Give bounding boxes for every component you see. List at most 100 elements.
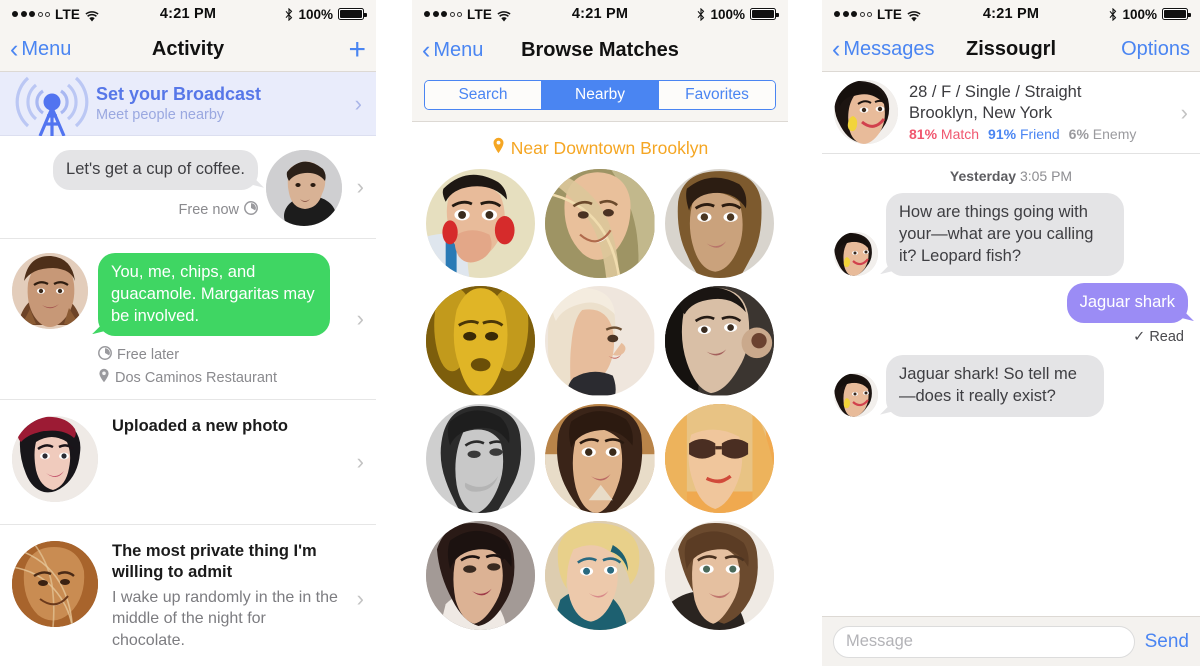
match-photo[interactable] — [545, 403, 655, 514]
match-photo[interactable] — [664, 403, 774, 514]
segmented-control[interactable]: Search Nearby Favorites — [424, 80, 776, 110]
match-grid — [412, 169, 788, 631]
avatar[interactable] — [12, 416, 98, 503]
message-input[interactable] — [833, 625, 1135, 658]
match-photo[interactable] — [426, 169, 536, 279]
location-meta: Dos Caminos Restaurant — [98, 368, 277, 387]
match-photo[interactable] — [426, 286, 536, 396]
status-bar: LTE 4:21 PM 100% — [0, 0, 376, 28]
match-photo[interactable] — [545, 169, 655, 279]
battery-percent-label: 100% — [710, 6, 746, 22]
status-bar-left: LTE — [834, 7, 983, 22]
three-phone-screenshots: LTE 4:21 PM 100% ‹ Menu Activity + Set y… — [0, 0, 1200, 666]
signal-strength-icon — [834, 11, 872, 17]
broadcast-banner[interactable]: Set your Broadcast Meet people nearby › — [0, 72, 376, 137]
chevron-right-icon: › — [356, 174, 364, 199]
day-label: Yesterday — [949, 168, 1017, 184]
tab-search[interactable]: Search — [425, 81, 542, 109]
clock-label: 4:21 PM — [571, 6, 629, 22]
row-content: Uploaded a new photo — [112, 416, 342, 502]
chevron-left-icon: ‹ — [422, 35, 431, 64]
availability-label: Free now — [178, 201, 239, 218]
match-photo[interactable] — [545, 521, 655, 631]
battery-percent-label: 100% — [1122, 6, 1158, 22]
battery-icon — [750, 8, 779, 20]
location-pin-icon — [98, 368, 110, 387]
phone-screen-browse-matches: LTE 4:21 PM 100% ‹ Menu Browse Matches S… — [412, 0, 788, 666]
nav-bar: ‹ Menu Browse Matches — [412, 28, 788, 72]
clock-label: 4:21 PM — [982, 6, 1040, 22]
time-label: 3:05 PM — [1019, 168, 1073, 184]
activity-title: Uploaded a new photo — [112, 417, 288, 436]
availability-label: Free later — [117, 347, 180, 364]
nav-bar: ‹ Messages Zissougrl Options — [822, 28, 1200, 72]
location-label: Dos Caminos Restaurant — [115, 369, 277, 386]
status-bar-right: 100% — [628, 6, 779, 22]
status-bar-left: LTE — [424, 7, 572, 22]
back-button-menu[interactable]: ‹ Menu — [10, 37, 71, 62]
wifi-icon — [907, 9, 921, 21]
tab-nearby[interactable]: Nearby — [542, 81, 659, 109]
bluetooth-icon — [285, 7, 293, 21]
message-row-incoming: How are things going with your—what are … — [834, 193, 1188, 277]
match-photo[interactable] — [664, 286, 774, 396]
clock-label: 4:21 PM — [159, 6, 217, 22]
match-photo[interactable] — [426, 403, 536, 514]
avatar[interactable] — [834, 80, 898, 144]
enemy-percent: 6% Enemy — [1068, 126, 1137, 143]
wifi-icon — [497, 9, 511, 21]
row-content: You, me, chips, and guacamole. Margarita… — [98, 253, 342, 387]
chevron-right-icon: › — [354, 90, 362, 116]
activity-row-uploaded-photo[interactable]: Uploaded a new photo › — [0, 400, 376, 526]
wifi-icon — [85, 9, 99, 21]
message-bubble-outgoing: You, me, chips, and guacamole. Margarita… — [98, 253, 330, 337]
match-photo[interactable] — [426, 521, 536, 631]
carrier-label: LTE — [467, 6, 493, 22]
avatar[interactable] — [12, 253, 88, 329]
send-button[interactable]: Send — [1145, 631, 1189, 653]
signal-strength-icon — [12, 11, 50, 17]
carrier-label: LTE — [877, 6, 903, 22]
signal-strength-icon — [424, 11, 462, 17]
availability-meta: Free now — [178, 200, 258, 219]
chevron-left-icon: ‹ — [832, 35, 841, 63]
activity-body: I wake up randomly in the in the middle … — [112, 588, 338, 649]
activity-row-guacamole[interactable]: You, me, chips, and guacamole. Margarita… — [0, 239, 376, 401]
match-percent: 81% Match — [909, 126, 980, 143]
back-button-label: Menu — [21, 38, 72, 60]
add-button[interactable]: + — [348, 35, 366, 65]
options-button[interactable]: Options — [1121, 38, 1190, 61]
message-row-incoming: Jaguar shark! So tell me —does it really… — [834, 355, 1188, 417]
avatar[interactable] — [834, 232, 878, 277]
status-bar: LTE 4:21 PM 100% — [412, 0, 788, 28]
row-content: Let's get a cup of coffee. Free now — [0, 150, 266, 226]
match-photo[interactable] — [545, 286, 655, 396]
message-row-outgoing: Jaguar shark — [834, 283, 1188, 324]
avatar[interactable] — [834, 372, 878, 417]
broadcast-title: Set your Broadcast — [96, 83, 262, 104]
tab-favorites[interactable]: Favorites — [659, 81, 775, 109]
message-bubble: Jaguar shark — [1066, 283, 1188, 324]
match-photo[interactable] — [664, 521, 774, 631]
chevron-right-icon: › — [356, 449, 364, 475]
segmented-control-bar: Search Nearby Favorites — [412, 72, 788, 122]
message-bubble-incoming: Let's get a cup of coffee. — [53, 150, 258, 190]
clock-icon — [244, 200, 258, 219]
profile-summary-row[interactable]: 28 / F / Single / Straight Brooklyn, New… — [822, 72, 1200, 154]
status-bar-right: 100% — [1039, 6, 1191, 22]
activity-row-coffee[interactable]: Let's get a cup of coffee. Free now › — [0, 136, 376, 239]
avatar[interactable] — [266, 150, 342, 226]
status-bar-right: 100% — [216, 7, 367, 22]
avatar[interactable] — [12, 541, 98, 628]
profile-text: 28 / F / Single / Straight Brooklyn, New… — [909, 82, 1166, 143]
chevron-right-icon: › — [356, 586, 364, 612]
match-photo[interactable] — [664, 169, 774, 279]
activity-row-private-thing[interactable]: The most private thing I'm willing to ad… — [0, 525, 376, 666]
chevron-right-icon: › — [1180, 99, 1188, 125]
back-button-label: Messages — [843, 38, 935, 60]
back-button-messages[interactable]: ‹ Messages — [832, 37, 934, 62]
back-button-menu[interactable]: ‹ Menu — [422, 35, 483, 64]
nav-bar: ‹ Menu Activity + — [0, 28, 376, 72]
message-composer: Send — [822, 616, 1200, 666]
profile-demographics: 28 / F / Single / Straight — [909, 82, 1082, 101]
